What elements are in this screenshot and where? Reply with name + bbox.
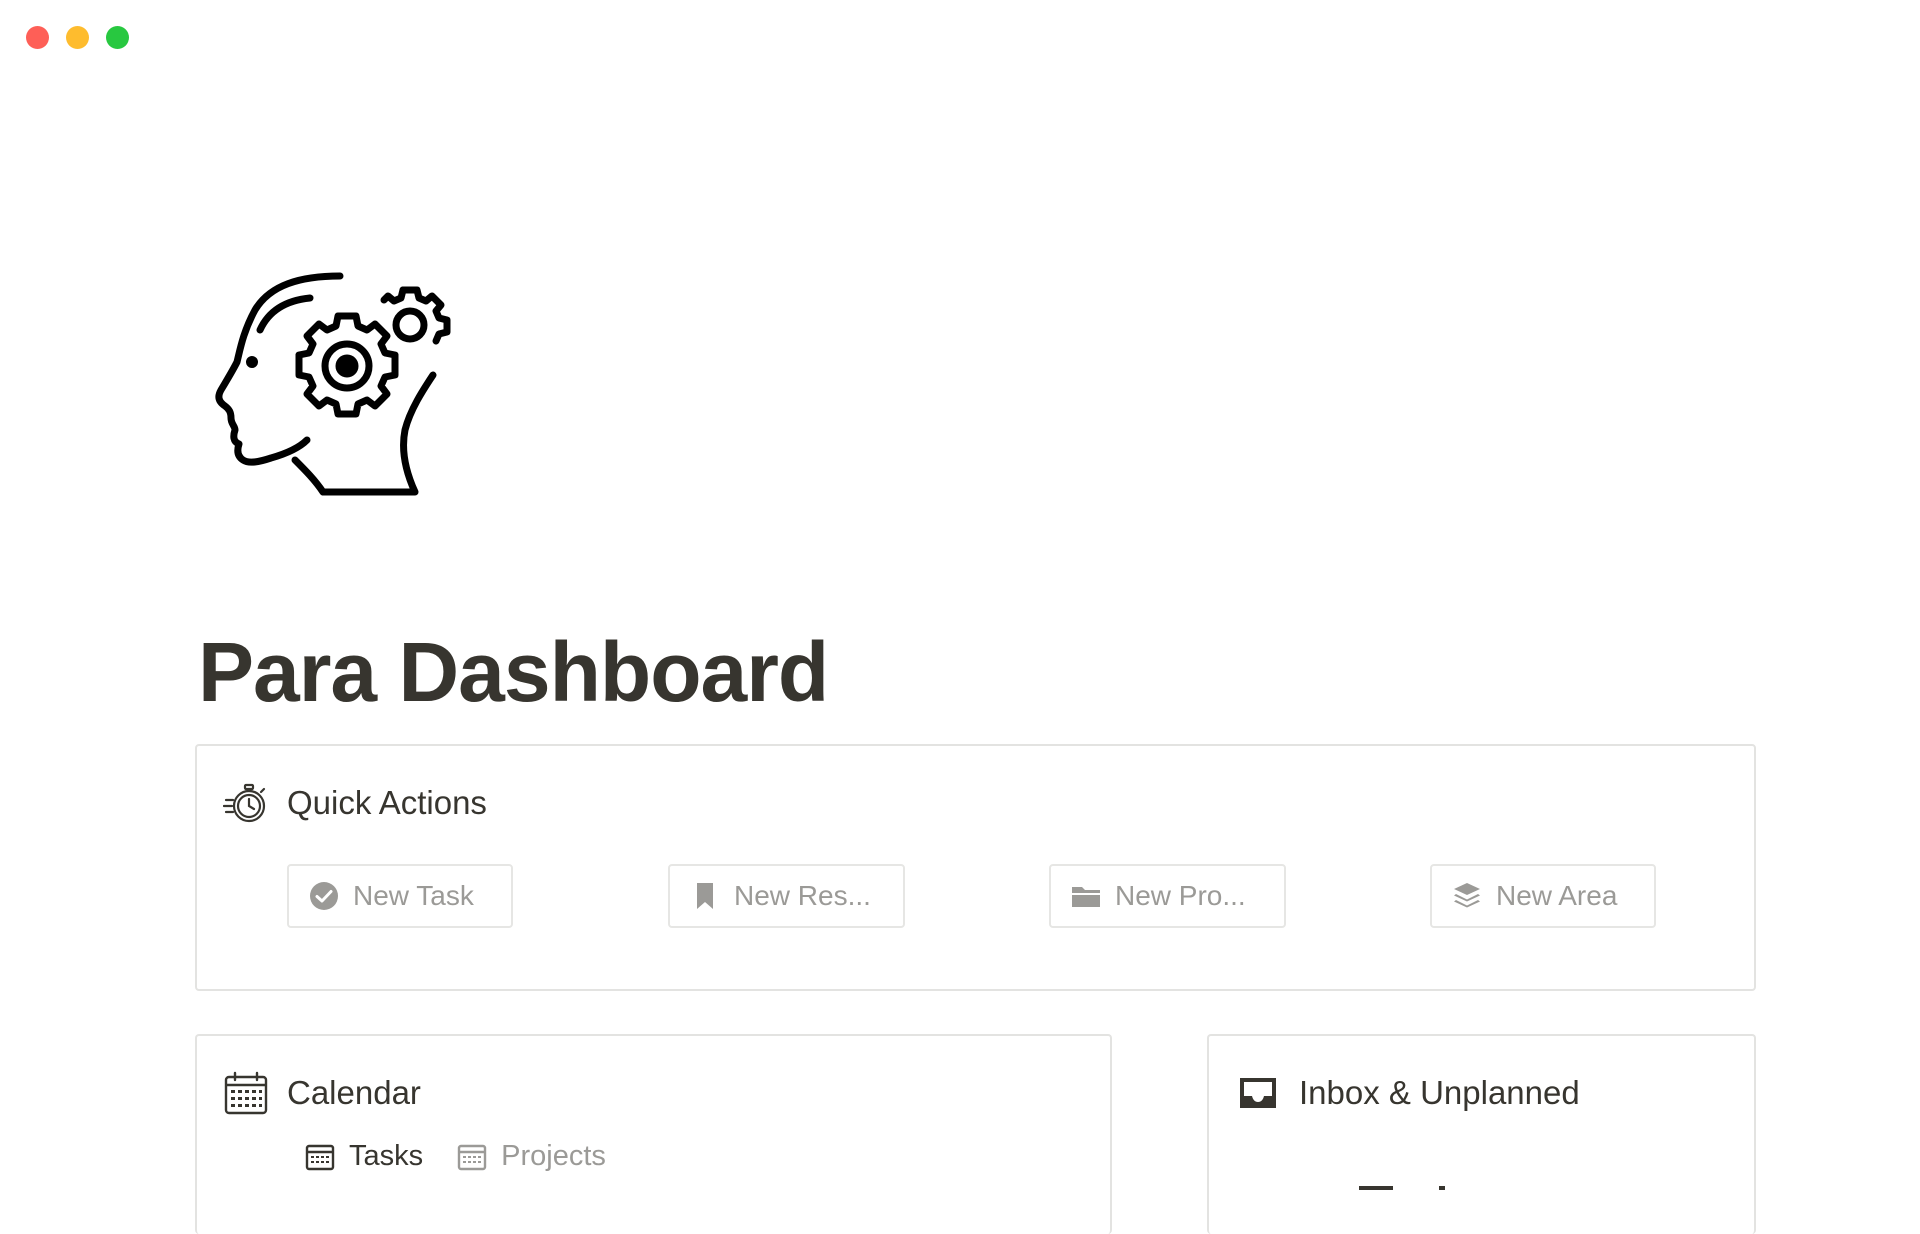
new-task-button[interactable]: New Task (287, 864, 513, 928)
layers-icon (1452, 881, 1482, 911)
quick-actions-buttons: New Task New Res... New Pro... New Area (287, 864, 1667, 930)
tab-tasks-label: Tasks (349, 1140, 424, 1172)
tab-tasks[interactable]: Tasks (305, 1140, 423, 1173)
folder-icon (1071, 881, 1101, 911)
page-title[interactable]: Para Dashboard (198, 622, 829, 723)
check-circle-icon (309, 881, 339, 911)
tab-projects-label: Projects (501, 1140, 606, 1172)
close-window-button[interactable] (26, 26, 49, 49)
quick-actions-callout: Quick Actions New Task New Res... New Pr… (195, 744, 1756, 991)
calendar-title: Calendar (287, 1074, 421, 1111)
window-controls (26, 26, 129, 49)
bookmark-icon (690, 881, 720, 911)
minimize-window-button[interactable] (66, 26, 89, 49)
new-resource-label: New Res... (734, 880, 871, 911)
stopwatch-icon (223, 780, 269, 826)
new-area-label: New Area (1496, 880, 1618, 911)
inbox-callout: Inbox & Unplanned (1207, 1034, 1756, 1234)
inbox-header: Inbox & Unplanned (1235, 1070, 1580, 1116)
calendar-callout: Calendar Tasks Projects (195, 1034, 1112, 1234)
calendar-view-tabs: Tasks Projects (305, 1140, 606, 1173)
inbox-tray-icon (1235, 1070, 1281, 1116)
calendar-icon (223, 1070, 269, 1116)
inbox-content-cutoff (1359, 1186, 1479, 1196)
new-project-label: New Pro... (1115, 880, 1246, 911)
new-resource-button[interactable]: New Res... (668, 864, 905, 928)
quick-actions-header: Quick Actions (223, 780, 487, 826)
calendar-view-icon (457, 1144, 487, 1170)
head-gears-icon[interactable] (215, 270, 475, 530)
calendar-header: Calendar (223, 1070, 421, 1116)
tab-projects[interactable]: Projects (457, 1140, 606, 1173)
calendar-view-icon (305, 1144, 335, 1170)
new-project-button[interactable]: New Pro... (1049, 864, 1286, 928)
new-area-button[interactable]: New Area (1430, 864, 1656, 928)
inbox-title: Inbox & Unplanned (1299, 1074, 1580, 1111)
quick-actions-title: Quick Actions (287, 784, 487, 821)
zoom-window-button[interactable] (106, 26, 129, 49)
new-task-label: New Task (353, 880, 474, 911)
